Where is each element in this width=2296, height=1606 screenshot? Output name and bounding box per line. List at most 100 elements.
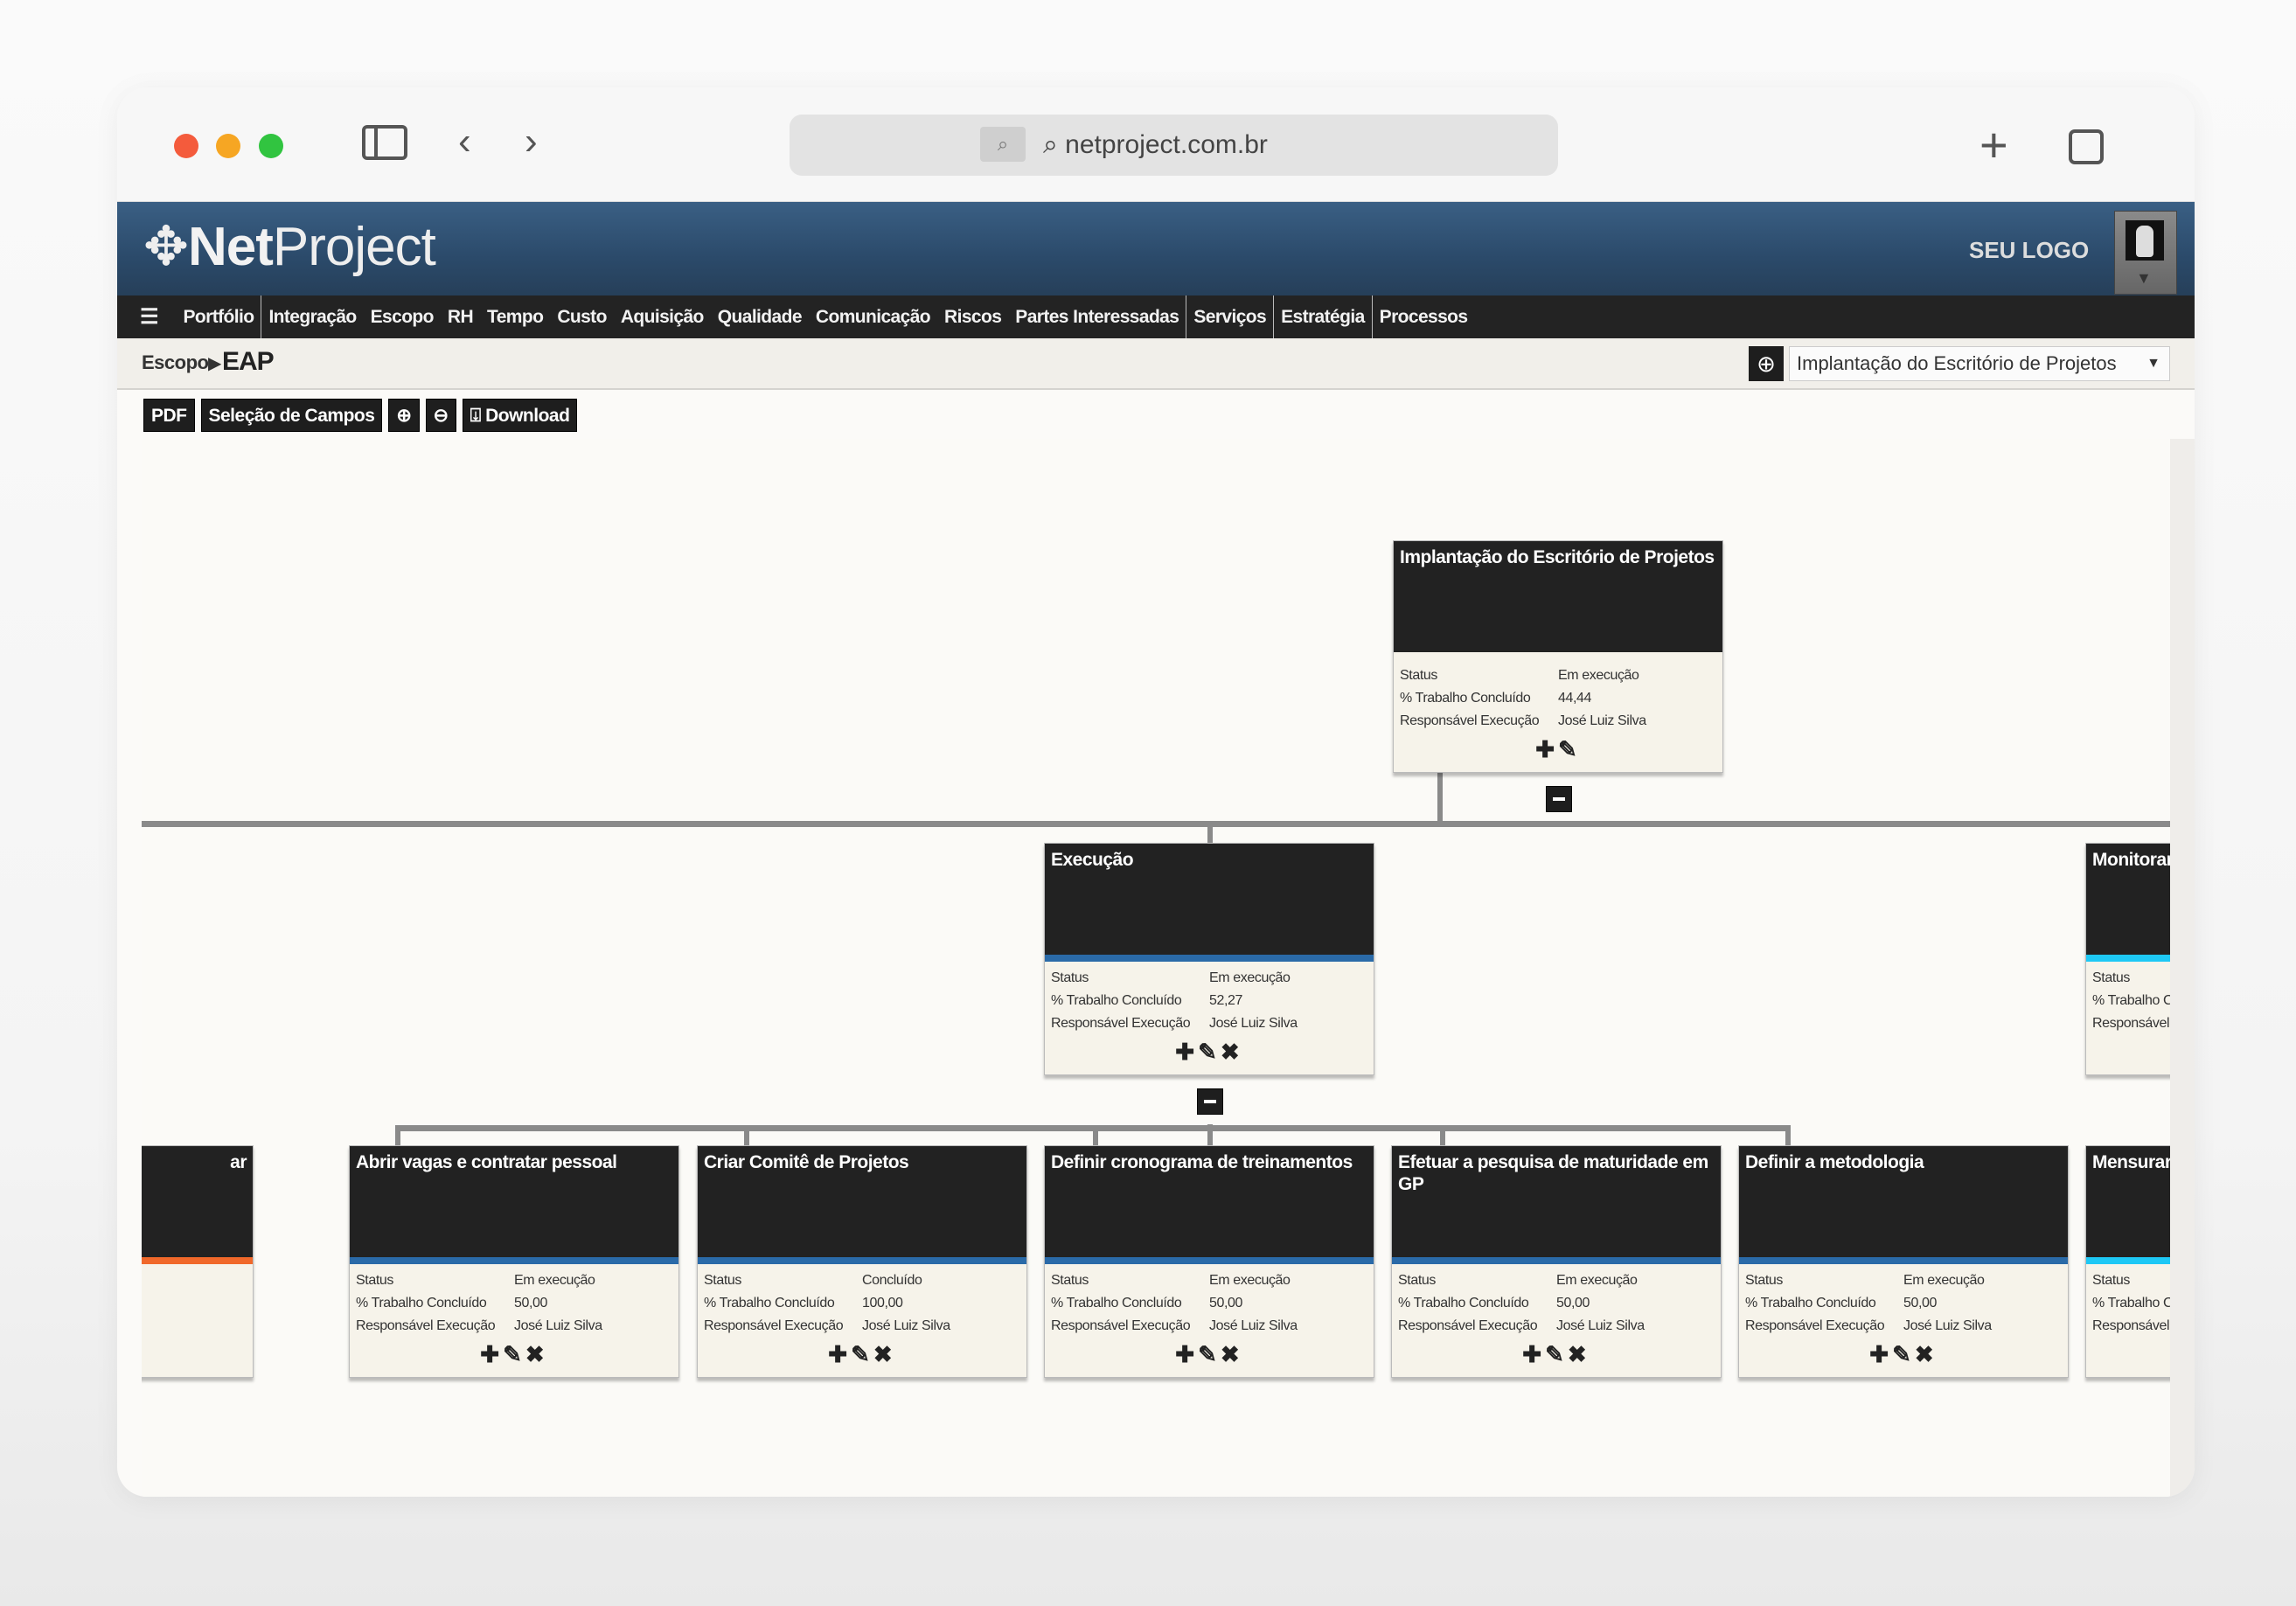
wbs-node[interactable]: Efetuar a pesquisa de maturidade em GP S… [1391, 1145, 1722, 1378]
collapse-button[interactable] [1546, 786, 1572, 812]
status-label: Status [1051, 1273, 1089, 1288]
nav-item-9[interactable]: Riscos [937, 295, 1008, 338]
delete-icon[interactable]: ✖ [1915, 1341, 1938, 1367]
app-header: ✥NetProject SEU LOGO ▼ [117, 202, 2195, 295]
node-title[interactable]: Efetuar a pesquisa de maturidade em GP [1392, 1146, 1721, 1257]
search-icon: ⌕ [980, 127, 1026, 162]
node-title[interactable]: Abrir vagas e contratar pessoal [350, 1146, 678, 1257]
sidebar-toggle-icon[interactable] [362, 125, 407, 160]
owner-value: José Luiz Silva [1209, 1016, 1298, 1031]
plus-icon[interactable]: ✚ [1175, 1341, 1198, 1367]
zoom-in-icon[interactable]: ⊕ [388, 399, 420, 432]
owner-label: Responsável Execução [1398, 1318, 1538, 1333]
plus-icon[interactable]: ✚ [1869, 1341, 1892, 1367]
node-title[interactable]: ar [142, 1146, 253, 1257]
nav-item-8[interactable]: Comunicação [809, 295, 937, 338]
plus-icon[interactable]: ✚ [480, 1341, 503, 1367]
close-window-button[interactable] [174, 134, 198, 158]
url-value: netproject.com.br [1065, 130, 1268, 159]
delete-icon[interactable]: ✖ [873, 1341, 896, 1367]
nav-item-13[interactable]: Processos [1371, 295, 1475, 338]
chevron-down-icon: ▼ [2146, 356, 2160, 371]
node-title[interactable]: Implantação do Escritório de Projetos [1394, 541, 1722, 652]
field-selection-button[interactable]: Seleção de Campos [200, 399, 383, 432]
pencil-icon[interactable]: ✎ [1198, 1039, 1221, 1065]
project-select[interactable]: Implantação do Escritório de Projetos ▼ [1789, 346, 2170, 381]
work-label: % Trabalho Concluído [2092, 1296, 2170, 1311]
forward-icon[interactable]: › [525, 122, 538, 161]
new-tab-icon[interactable]: + [1979, 121, 2008, 170]
plus-icon[interactable]: ✚ [828, 1341, 851, 1367]
nav-item-10[interactable]: Partes Interessadas [1008, 295, 1186, 338]
pencil-icon[interactable]: ✎ [503, 1341, 525, 1367]
logo-light: Project [272, 217, 436, 277]
target-icon[interactable]: ⊕ [1749, 346, 1784, 381]
wbs-node[interactable]: Definir a metodologia Status Em execução … [1738, 1145, 2069, 1378]
nav-item-12[interactable]: Estratégia [1273, 295, 1372, 338]
node-title[interactable]: Mensurar o desempenh [2086, 1146, 2170, 1257]
node-title[interactable]: Execução [1045, 844, 1374, 955]
nav-item-0[interactable]: Portfólio [177, 295, 261, 338]
zoom-out-icon[interactable]: ⊖ [425, 399, 456, 432]
plus-icon[interactable]: ✚ [1175, 1039, 1198, 1065]
nav-item-6[interactable]: Aquisição [614, 295, 711, 338]
nav-item-2[interactable]: Escopo [364, 295, 441, 338]
nav-item-5[interactable]: Custo [550, 295, 614, 338]
nav-item-11[interactable]: Serviços [1186, 295, 1273, 338]
pencil-icon[interactable]: ✎ [1198, 1341, 1221, 1367]
delete-icon[interactable]: ✖ [525, 1341, 548, 1367]
delete-icon[interactable]: ✖ [1221, 1341, 1243, 1367]
status-stripe [142, 1257, 253, 1264]
nav-item-4[interactable]: Tempo [480, 295, 550, 338]
download-button[interactable]: ⍗ Download [462, 399, 578, 432]
wbs-node[interactable]: Implantação do Escritório de Projetos St… [1393, 540, 1723, 773]
node-title[interactable]: Definir a metodologia [1739, 1146, 2068, 1257]
connector-line [395, 1125, 1788, 1131]
avatar [2126, 220, 2164, 261]
node-title[interactable]: Monitoramento [2086, 844, 2170, 955]
wbs-node[interactable]: Definir cronograma de treinamentos Statu… [1044, 1145, 1374, 1378]
connector-line [395, 1125, 400, 1147]
wbs-node[interactable]: Execução Status Em execução % Trabalho Co… [1044, 843, 1374, 1075]
connector-line [142, 821, 2170, 827]
address-bar[interactable]: ⌕ ⌕ netproject.com.br [790, 115, 1558, 176]
tabs-overview-icon[interactable] [2069, 129, 2104, 164]
status-value: Em execução [514, 1273, 595, 1288]
connector-line [1437, 771, 1443, 824]
wbs-node[interactable]: Mensurar o desempenh StatusEm exe % Trab… [2085, 1145, 2170, 1378]
delete-icon[interactable]: ✖ [1568, 1341, 1590, 1367]
status-stripe [1045, 955, 1374, 962]
delete-icon[interactable]: ✖ [1221, 1039, 1243, 1065]
wbs-node[interactable]: Monitoramento StatusEm exe % Trabalho Co… [2085, 843, 2170, 1075]
node-title[interactable]: Criar Comitê de Projetos [698, 1146, 1026, 1257]
status-label: Status [1400, 668, 1437, 683]
wbs-canvas[interactable]: Implantação do Escritório de Projetos St… [142, 439, 2170, 1497]
pencil-icon[interactable]: ✎ [851, 1341, 873, 1367]
nav-item-1[interactable]: Integração [261, 295, 363, 338]
minimize-window-button[interactable] [216, 134, 240, 158]
plus-icon[interactable]: ✚ [1522, 1341, 1545, 1367]
node-title[interactable]: Definir cronograma de treinamentos [1045, 1146, 1374, 1257]
pencil-icon[interactable]: ✎ [1545, 1341, 1568, 1367]
breadcrumb-parent[interactable]: Escopo [142, 351, 209, 374]
connector-line [1440, 1125, 1445, 1147]
pencil-icon[interactable]: ✎ [1892, 1341, 1915, 1367]
logo-bold: Net [187, 217, 274, 277]
back-icon[interactable]: ‹ [458, 122, 471, 161]
netproject-logo[interactable]: ✥NetProject [143, 214, 436, 278]
wbs-node[interactable]: Abrir vagas e contratar pessoal Status Em… [349, 1145, 679, 1378]
wbs-node[interactable]: Criar Comitê de Projetos Status Concluído… [697, 1145, 1027, 1378]
menu-icon[interactable]: ☰ [140, 304, 159, 330]
pencil-icon[interactable]: ✎ [1558, 736, 1581, 762]
maximize-window-button[interactable] [259, 134, 283, 158]
wbs-node[interactable]: ar [142, 1145, 254, 1378]
download-label: Download [485, 406, 570, 426]
nav-item-3[interactable]: RH [441, 295, 480, 338]
plus-icon[interactable]: ✚ [1535, 736, 1558, 762]
collapse-button[interactable] [1197, 1088, 1223, 1115]
nav-item-7[interactable]: Qualidade [711, 295, 809, 338]
scroll-area[interactable] [2170, 439, 2195, 1497]
user-avatar-menu[interactable]: ▼ [2114, 211, 2177, 295]
pdf-button[interactable]: PDF [143, 399, 195, 432]
work-label: % Trabalho Concluído [2092, 993, 2170, 1008]
